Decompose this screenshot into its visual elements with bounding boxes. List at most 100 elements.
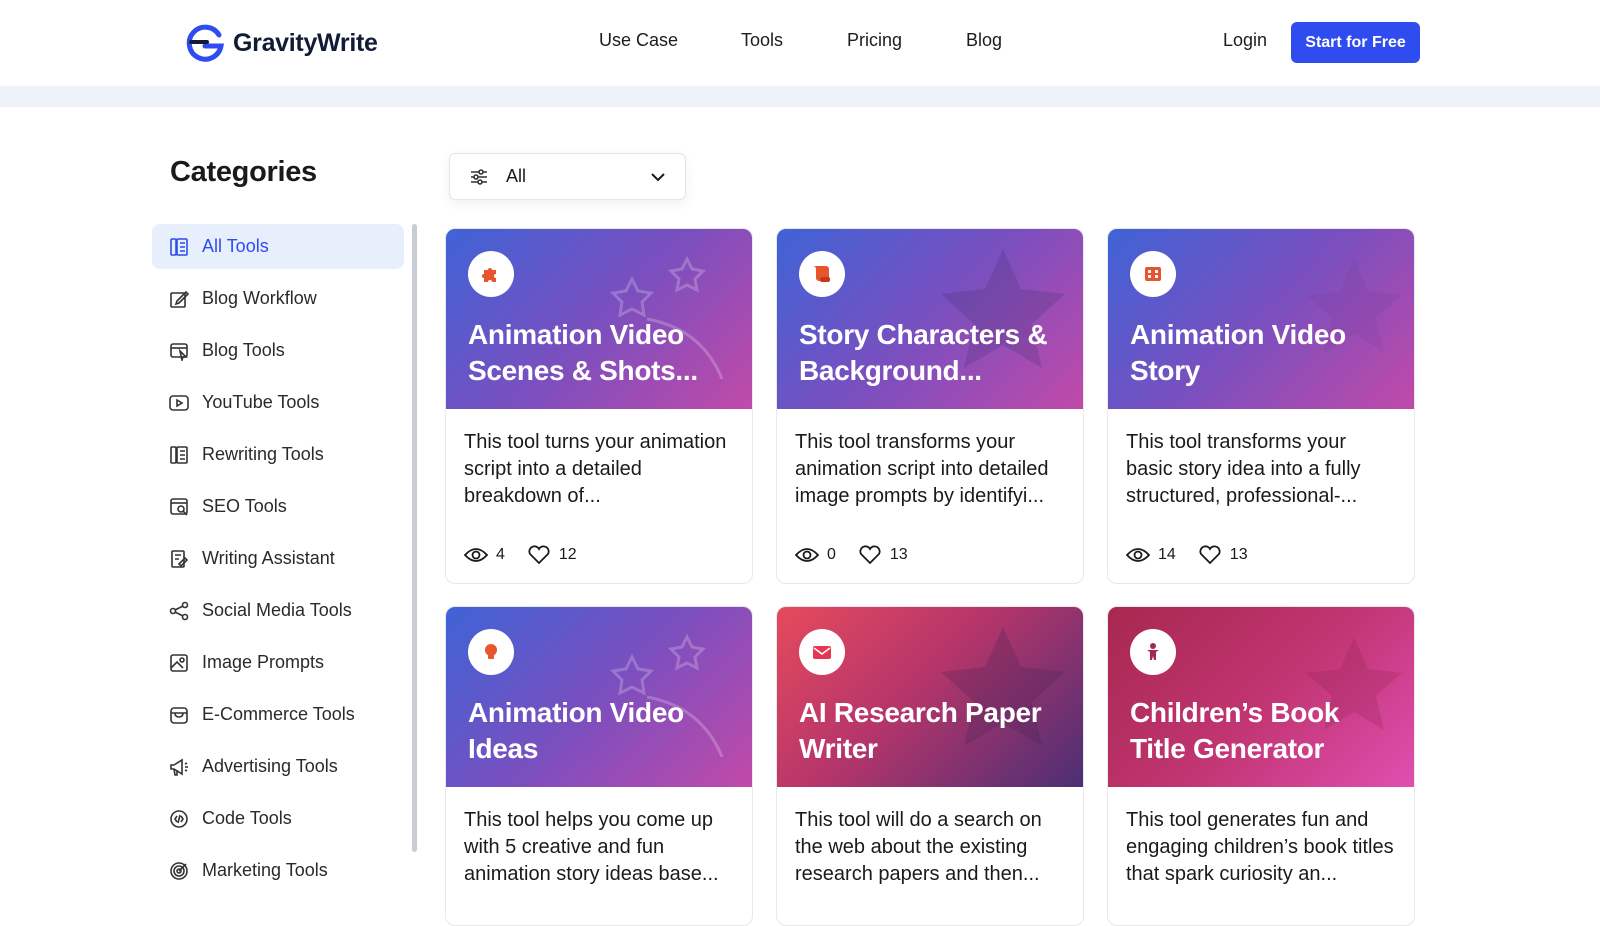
tool-card[interactable]: Children’s Book Title Generator This too… (1107, 606, 1415, 926)
sidebar-item-ecommerce-tools[interactable]: E-Commerce Tools (152, 692, 404, 737)
card-title: Animation Video Scenes & Shots... (468, 319, 698, 386)
card-stats: 0 13 (777, 527, 1083, 583)
puzzle-icon (482, 268, 496, 282)
card-header: Animation Video Ideas (446, 607, 752, 787)
target-icon (170, 861, 188, 880)
views-stat: 4 (464, 545, 505, 565)
likes-stat[interactable]: 13 (1198, 545, 1248, 565)
category-filter-dropdown[interactable]: All (449, 153, 686, 200)
tool-card[interactable]: Animation Video Scenes & Shots... This t… (445, 228, 753, 584)
card-icon-badge (1130, 629, 1176, 675)
eye-icon (464, 548, 488, 562)
category-sidebar: All Tools Blog Workflow Blog Tools YouTu… (152, 224, 404, 900)
gravitywrite-logo-icon (186, 24, 224, 62)
grid-book-icon (170, 237, 188, 256)
edit-note-icon (170, 290, 189, 308)
film-icon (1145, 267, 1161, 281)
sidebar-item-label: Social Media Tools (202, 600, 352, 620)
heart-icon (1199, 545, 1221, 565)
login-link[interactable]: Login (1223, 30, 1267, 51)
sidebar-item-label: Image Prompts (202, 652, 325, 672)
sidebar-item-label: YouTube Tools (202, 392, 320, 412)
sidebar-item-advertising-tools[interactable]: Advertising Tools (152, 744, 404, 789)
sliders-icon (471, 168, 487, 185)
sidebar-item-all-tools[interactable]: All Tools (152, 224, 404, 269)
sidebar-item-label: Advertising Tools (202, 756, 338, 776)
sidebar-item-label: All Tools (202, 236, 269, 256)
card-header: Animation Video Scenes & Shots... (446, 229, 752, 409)
card-title: AI Research Paper Writer (799, 697, 1042, 764)
sidebar-item-marketing-tools[interactable]: Marketing Tools (152, 848, 404, 893)
sidebar-item-seo-tools[interactable]: SEO Tools (152, 484, 404, 529)
scroll-icon (813, 266, 830, 282)
sidebar-item-blog-tools[interactable]: Blog Tools (152, 328, 404, 373)
tool-card[interactable]: AI Research Paper Writer This tool will … (776, 606, 1084, 926)
top-navbar: GravityWrite Use Case Tools Pricing Blog… (0, 0, 1600, 86)
likes-count: 12 (558, 546, 577, 563)
start-free-button[interactable]: Start for Free (1291, 22, 1420, 63)
sidebar-item-blog-workflow[interactable]: Blog Workflow (152, 276, 404, 321)
card-description: This tool helps you come up with 5 creat… (464, 809, 719, 885)
card-icon-badge (468, 251, 514, 297)
card-stats: 14 13 (1108, 527, 1414, 583)
sidebar-item-image-prompts[interactable]: Image Prompts (152, 640, 404, 685)
likes-stat[interactable]: 13 (858, 545, 908, 565)
megaphone-icon (170, 758, 188, 776)
card-description: This tool transforms your animation scri… (795, 431, 1049, 507)
nav-tools[interactable]: Tools (741, 30, 783, 51)
card-title: Animation Video Story (1130, 319, 1346, 386)
card-description: This tool turns your animation script in… (464, 431, 727, 507)
sidebar-item-code-tools[interactable]: Code Tools (152, 796, 404, 841)
sidebar-item-youtube-tools[interactable]: YouTube Tools (152, 380, 404, 425)
card-header: Children’s Book Title Generator (1108, 607, 1414, 787)
sidebar-item-label: Rewriting Tools (202, 444, 324, 464)
tool-card[interactable]: Story Characters & Background... This to… (776, 228, 1084, 584)
views-count: 4 (496, 546, 505, 563)
card-title: Children’s Book Title Generator (1130, 697, 1340, 764)
browser-search-icon (170, 497, 188, 516)
sidebar-item-label: Marketing Tools (202, 860, 328, 880)
sidebar-item-label: Blog Workflow (202, 288, 317, 308)
card-description: This tool generates fun and engaging chi… (1126, 809, 1394, 885)
sidebar-item-label: Writing Assistant (202, 548, 335, 568)
heart-icon (859, 545, 881, 565)
tool-card[interactable]: Animation Video Story This tool transfor… (1107, 228, 1415, 584)
nav-pricing[interactable]: Pricing (847, 30, 902, 51)
card-title: Animation Video Ideas (468, 697, 684, 764)
card-description: This tool will do a search on the web ab… (795, 809, 1042, 885)
brand-logo[interactable]: GravityWrite (185, 24, 378, 62)
likes-stat[interactable]: 12 (527, 545, 577, 565)
sidebar-item-label: E-Commerce Tools (202, 704, 355, 724)
filter-selected-value: All (506, 166, 527, 186)
code-circle-icon (170, 809, 188, 828)
header-divider-strip (0, 86, 1600, 107)
lightbulb-icon (485, 644, 497, 659)
heart-icon (528, 545, 550, 565)
sidebar-item-writing-assistant[interactable]: Writing Assistant (152, 536, 404, 581)
eye-icon (1126, 548, 1150, 562)
share-nodes-icon (169, 601, 189, 620)
sidebar-item-label: Code Tools (202, 808, 292, 828)
brand-name: GravityWrite (233, 28, 378, 57)
card-icon-badge (799, 251, 845, 297)
nav-use-case[interactable]: Use Case (599, 30, 678, 51)
sidebar-scrollbar[interactable] (412, 224, 417, 852)
card-icon-badge (468, 629, 514, 675)
card-description: This tool transforms your basic story id… (1126, 431, 1361, 507)
eye-icon (795, 548, 819, 562)
views-count: 14 (1158, 546, 1176, 563)
views-stat: 0 (795, 545, 836, 565)
sidebar-item-rewriting-tools[interactable]: Rewriting Tools (152, 432, 404, 477)
play-button-icon (169, 394, 189, 411)
card-header: AI Research Paper Writer (777, 607, 1083, 787)
card-icon-badge (1130, 251, 1176, 297)
envelope-icon (813, 646, 831, 659)
nav-blog[interactable]: Blog (966, 30, 1002, 51)
card-header: Animation Video Story (1108, 229, 1414, 409)
views-count: 0 (827, 546, 836, 563)
child-icon (1147, 643, 1159, 660)
tool-card[interactable]: Animation Video Ideas This tool helps yo… (445, 606, 753, 926)
sidebar-item-label: SEO Tools (202, 496, 287, 516)
sidebar-item-social-media-tools[interactable]: Social Media Tools (152, 588, 404, 633)
storefront-icon (170, 706, 188, 724)
